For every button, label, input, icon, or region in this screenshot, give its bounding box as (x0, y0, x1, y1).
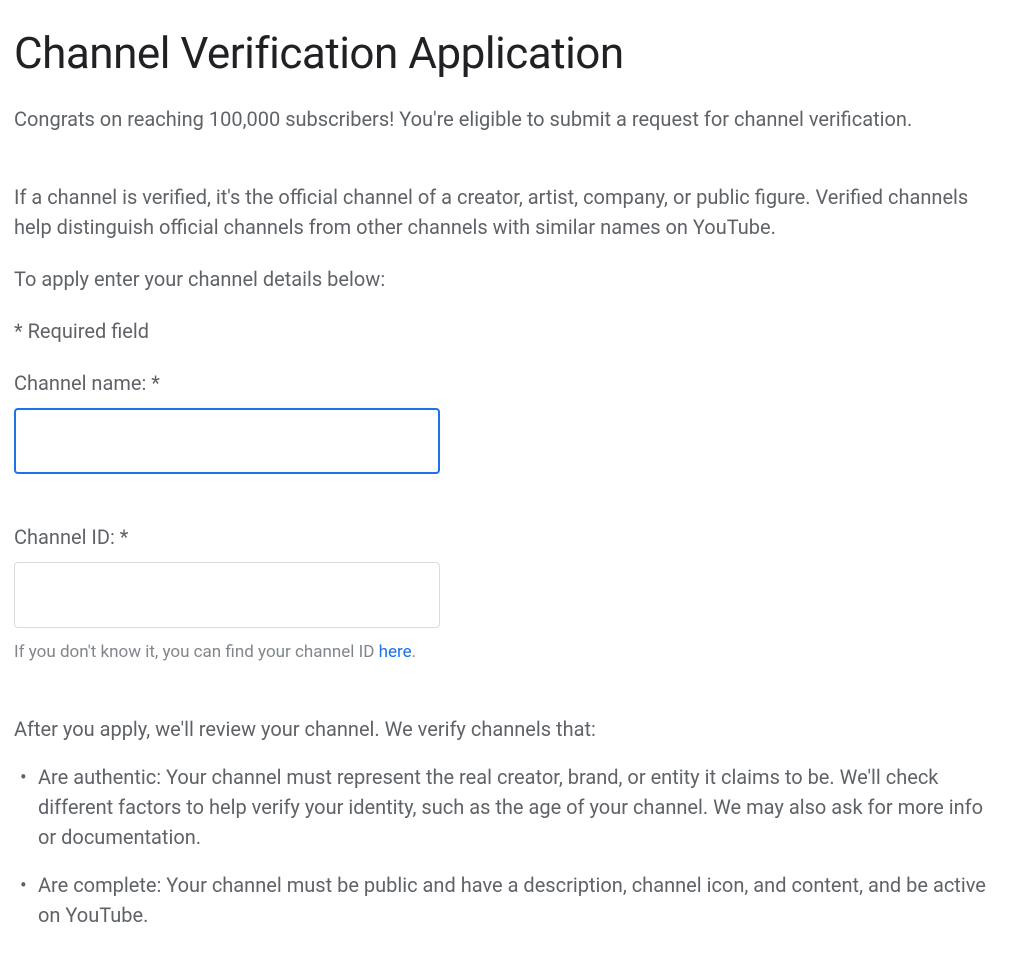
channel-name-group: Channel name: * (14, 368, 1000, 474)
channel-id-group: Channel ID: * If you don't know it, you … (14, 522, 1000, 666)
find-channel-id-link[interactable]: here (379, 642, 412, 662)
helper-prefix: If you don't know it, you can find your … (14, 642, 379, 662)
review-intro-text: After you apply, we'll review your chann… (14, 714, 1000, 744)
instruction-text: To apply enter your channel details belo… (14, 264, 1000, 294)
channel-id-label: Channel ID: * (14, 522, 1000, 552)
list-item: Are complete: Your channel must be publi… (14, 870, 1000, 930)
channel-name-input[interactable] (14, 408, 440, 474)
description-text: If a channel is verified, it's the offic… (14, 182, 1000, 242)
channel-name-label: Channel name: * (14, 368, 1000, 398)
channel-id-helper: If you don't know it, you can find your … (14, 640, 1000, 666)
page-title: Channel Verification Application (14, 20, 1000, 86)
required-field-note: * Required field (14, 316, 1000, 346)
channel-id-input[interactable] (14, 562, 440, 628)
criteria-list: Are authentic: Your channel must represe… (14, 762, 1000, 930)
helper-suffix: . (412, 642, 416, 662)
list-item: Are authentic: Your channel must represe… (14, 762, 1000, 852)
intro-text: Congrats on reaching 100,000 subscribers… (14, 104, 1000, 134)
